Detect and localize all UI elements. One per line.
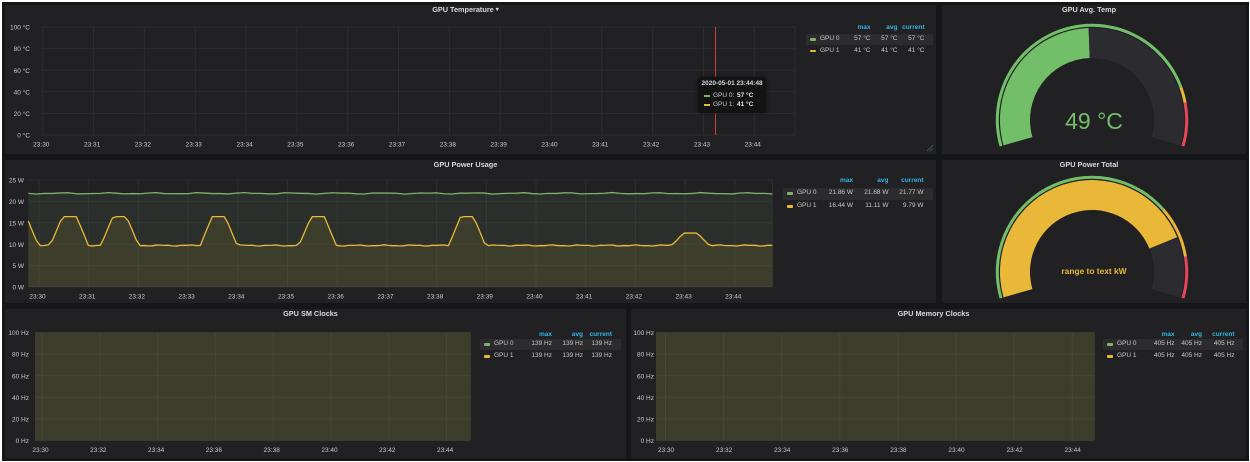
svg-text:23:36: 23:36 xyxy=(206,447,223,454)
svg-text:20 Hz: 20 Hz xyxy=(12,417,29,424)
svg-text:20 W: 20 W xyxy=(9,199,25,206)
svg-text:23:32: 23:32 xyxy=(716,447,733,454)
svg-text:23:30: 23:30 xyxy=(658,447,675,454)
svg-text:23:39: 23:39 xyxy=(477,294,494,301)
svg-text:0 Hz: 0 Hz xyxy=(16,438,29,445)
svg-text:23:42: 23:42 xyxy=(626,294,643,301)
svg-text:40 Hz: 40 Hz xyxy=(637,395,654,402)
svg-text:23:34: 23:34 xyxy=(148,447,165,454)
svg-text:23:36: 23:36 xyxy=(328,294,345,301)
svg-text:23:43: 23:43 xyxy=(675,294,692,301)
svg-text:10 W: 10 W xyxy=(9,242,25,249)
svg-text:23:38: 23:38 xyxy=(264,447,281,454)
svg-text:23:42: 23:42 xyxy=(379,447,396,454)
svg-text:23:41: 23:41 xyxy=(576,294,593,301)
svg-text:23:40: 23:40 xyxy=(526,294,543,301)
svg-text:23:31: 23:31 xyxy=(79,294,96,301)
svg-text:40 Hz: 40 Hz xyxy=(12,395,29,402)
svg-text:23:30: 23:30 xyxy=(29,294,46,301)
svg-text:23:32: 23:32 xyxy=(129,294,146,301)
svg-text:23:38: 23:38 xyxy=(427,294,444,301)
svg-text:23:30: 23:30 xyxy=(32,447,49,454)
svg-text:80 Hz: 80 Hz xyxy=(637,352,654,359)
svg-text:23:34: 23:34 xyxy=(774,447,791,454)
svg-text:23:40: 23:40 xyxy=(321,447,338,454)
svg-text:23:33: 23:33 xyxy=(178,294,195,301)
svg-text:23:36: 23:36 xyxy=(832,447,849,454)
svg-text:20 Hz: 20 Hz xyxy=(637,417,654,424)
svg-text:23:44: 23:44 xyxy=(437,447,454,454)
svg-text:23:37: 23:37 xyxy=(377,294,394,301)
svg-text:23:42: 23:42 xyxy=(1006,447,1023,454)
svg-text:0 Hz: 0 Hz xyxy=(641,438,654,445)
svg-text:23:44: 23:44 xyxy=(725,294,742,301)
svg-text:23:44: 23:44 xyxy=(1065,447,1082,454)
svg-text:60 Hz: 60 Hz xyxy=(637,373,654,380)
svg-text:23:40: 23:40 xyxy=(948,447,965,454)
svg-text:100 Hz: 100 Hz xyxy=(8,330,29,337)
svg-text:5 W: 5 W xyxy=(12,263,24,270)
svg-text:100 Hz: 100 Hz xyxy=(633,330,654,337)
svg-text:23:34: 23:34 xyxy=(228,294,245,301)
svg-text:15 W: 15 W xyxy=(9,220,25,227)
svg-text:25 W: 25 W xyxy=(9,178,25,185)
svg-text:60 Hz: 60 Hz xyxy=(12,373,29,380)
svg-text:80 Hz: 80 Hz xyxy=(12,352,29,359)
svg-text:23:32: 23:32 xyxy=(90,447,107,454)
svg-text:23:38: 23:38 xyxy=(890,447,907,454)
svg-text:23:35: 23:35 xyxy=(278,294,295,301)
svg-text:0 W: 0 W xyxy=(12,285,24,292)
